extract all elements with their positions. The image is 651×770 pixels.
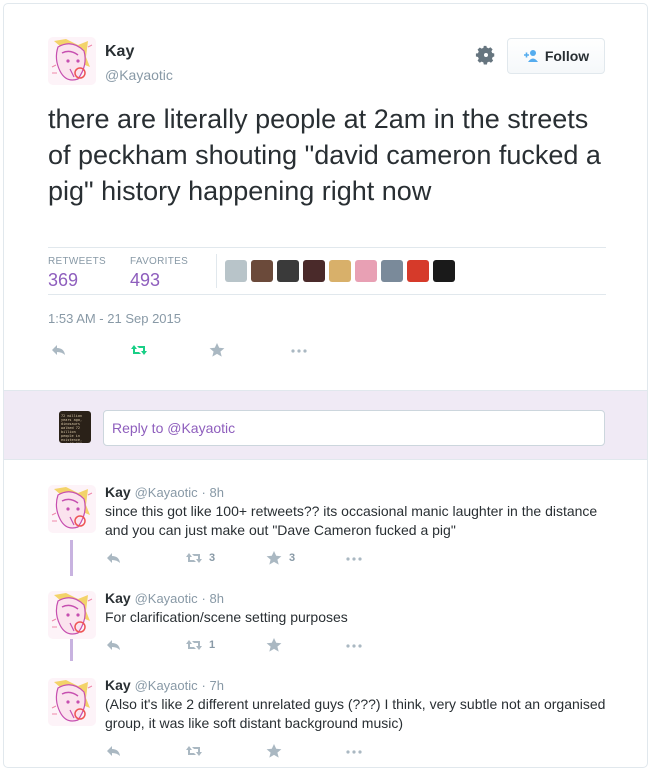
favorites-stat[interactable]: FAVORITES 493 bbox=[130, 256, 188, 291]
reply-icon bbox=[52, 345, 65, 355]
reply-author-name[interactable]: Kay bbox=[105, 484, 131, 500]
reply-author-handle[interactable]: @Kayaotic bbox=[135, 591, 198, 606]
favorite-count: 3 bbox=[289, 552, 296, 564]
stats-divider bbox=[216, 254, 217, 288]
retweet-count: 3 bbox=[209, 552, 216, 564]
author-avatar[interactable] bbox=[48, 37, 96, 85]
more-dots-icon bbox=[346, 644, 362, 648]
favorites-count: 493 bbox=[130, 270, 161, 290]
favoriter-avatar[interactable] bbox=[355, 260, 377, 282]
reply-button[interactable] bbox=[105, 743, 123, 759]
reply-icon bbox=[107, 553, 120, 563]
reply-time[interactable]: · 7h bbox=[202, 678, 224, 693]
reply-time[interactable]: · 8h bbox=[202, 485, 224, 500]
retweet-button[interactable]: 3 bbox=[185, 550, 215, 566]
follow-button[interactable]: Follow bbox=[507, 38, 605, 74]
reply-time[interactable]: · 8h bbox=[202, 591, 224, 606]
reply-button[interactable] bbox=[105, 637, 123, 653]
reply-text: (Also it's like 2 different unrelated gu… bbox=[105, 696, 606, 731]
favorite-button[interactable] bbox=[265, 637, 289, 653]
reply-input[interactable]: Reply to @Kayaotic bbox=[103, 410, 605, 446]
retweet-icon bbox=[186, 640, 202, 650]
follow-label: Follow bbox=[544, 48, 590, 64]
favoriter-avatar[interactable] bbox=[433, 260, 455, 282]
thread-connector bbox=[70, 540, 73, 576]
retweet-icon bbox=[186, 746, 202, 756]
main-tweet: Kay @Kayaotic Follow there are literally… bbox=[4, 4, 647, 390]
favorite-button[interactable]: 3 bbox=[265, 550, 295, 566]
more-dots-icon bbox=[346, 750, 362, 754]
add-user-icon bbox=[523, 50, 538, 62]
favoriter-avatars bbox=[225, 260, 455, 282]
retweets-stat[interactable]: RETWEETS 369 bbox=[48, 256, 106, 291]
tweet-text: there are literally people at 2am in the… bbox=[48, 104, 601, 206]
reply-icon bbox=[107, 640, 120, 650]
retweet-icon bbox=[131, 345, 147, 355]
reply-text: since this got like 100+ retweets?? its … bbox=[105, 503, 598, 538]
favorites-label: FAVORITES bbox=[130, 256, 189, 267]
reply-header: Kay @Kayaotic · 7h bbox=[105, 677, 224, 693]
retweet-icon bbox=[186, 553, 202, 563]
reply-text: For clarification/scene setting purposes bbox=[105, 609, 348, 625]
star-icon bbox=[266, 551, 282, 565]
star-icon bbox=[266, 638, 282, 652]
reply-button[interactable] bbox=[105, 550, 123, 566]
favorite-button[interactable] bbox=[208, 342, 226, 358]
star-icon bbox=[209, 343, 225, 357]
more-button[interactable] bbox=[345, 637, 363, 653]
author-name[interactable]: Kay bbox=[105, 43, 134, 61]
star-icon bbox=[266, 744, 282, 758]
retweet-button[interactable] bbox=[130, 342, 148, 358]
more-button[interactable] bbox=[345, 550, 363, 566]
more-dots-icon bbox=[346, 557, 362, 561]
tweet-stats: RETWEETS 369 FAVORITES 493 bbox=[48, 247, 606, 295]
reply-author-handle[interactable]: @Kayaotic bbox=[135, 678, 198, 693]
reply-author-handle[interactable]: @Kayaotic bbox=[135, 485, 198, 500]
favoriter-avatar[interactable] bbox=[303, 260, 325, 282]
retweet-button[interactable] bbox=[185, 743, 209, 759]
favoriter-avatar[interactable] bbox=[251, 260, 273, 282]
reply-header: Kay @Kayaotic · 8h bbox=[105, 484, 224, 500]
favoriter-avatar[interactable] bbox=[407, 260, 429, 282]
favorite-button[interactable] bbox=[265, 743, 289, 759]
reply-author-name[interactable]: Kay bbox=[105, 590, 131, 606]
retweets-count: 369 bbox=[48, 270, 79, 290]
favoriter-avatar[interactable] bbox=[329, 260, 351, 282]
current-user-avatar-caption: 72 million years ago, dinosaurs walked 7… bbox=[61, 414, 83, 443]
reply-author-avatar[interactable] bbox=[48, 678, 96, 726]
reply-author-avatar[interactable] bbox=[48, 485, 96, 533]
reply-icon bbox=[107, 746, 120, 756]
reply-author-name[interactable]: Kay bbox=[105, 677, 131, 693]
retweet-count: 1 bbox=[209, 639, 216, 651]
gear-icon[interactable] bbox=[475, 44, 497, 66]
reply-button[interactable] bbox=[50, 342, 68, 358]
author-handle[interactable]: @Kayaotic bbox=[105, 67, 173, 83]
favoriter-avatar[interactable] bbox=[225, 260, 247, 282]
current-user-avatar: 72 million years ago, dinosaurs walked 7… bbox=[59, 411, 91, 443]
tweet-permalink-container: Kay @Kayaotic Follow there are literally… bbox=[3, 3, 648, 768]
reply-author-avatar[interactable] bbox=[48, 591, 96, 639]
reply-box: 72 million years ago, dinosaurs walked 7… bbox=[4, 390, 647, 460]
retweets-label: RETWEETS bbox=[48, 256, 106, 267]
tweet-timestamp[interactable]: 1:53 AM - 21 Sep 2015 bbox=[48, 311, 181, 326]
reply-header: Kay @Kayaotic · 8h bbox=[105, 590, 224, 606]
more-button[interactable] bbox=[290, 342, 308, 358]
more-button[interactable] bbox=[345, 743, 363, 759]
retweet-button[interactable]: 1 bbox=[185, 637, 215, 653]
more-dots-icon bbox=[291, 349, 307, 353]
favoriter-avatar[interactable] bbox=[381, 260, 403, 282]
favoriter-avatar[interactable] bbox=[277, 260, 299, 282]
